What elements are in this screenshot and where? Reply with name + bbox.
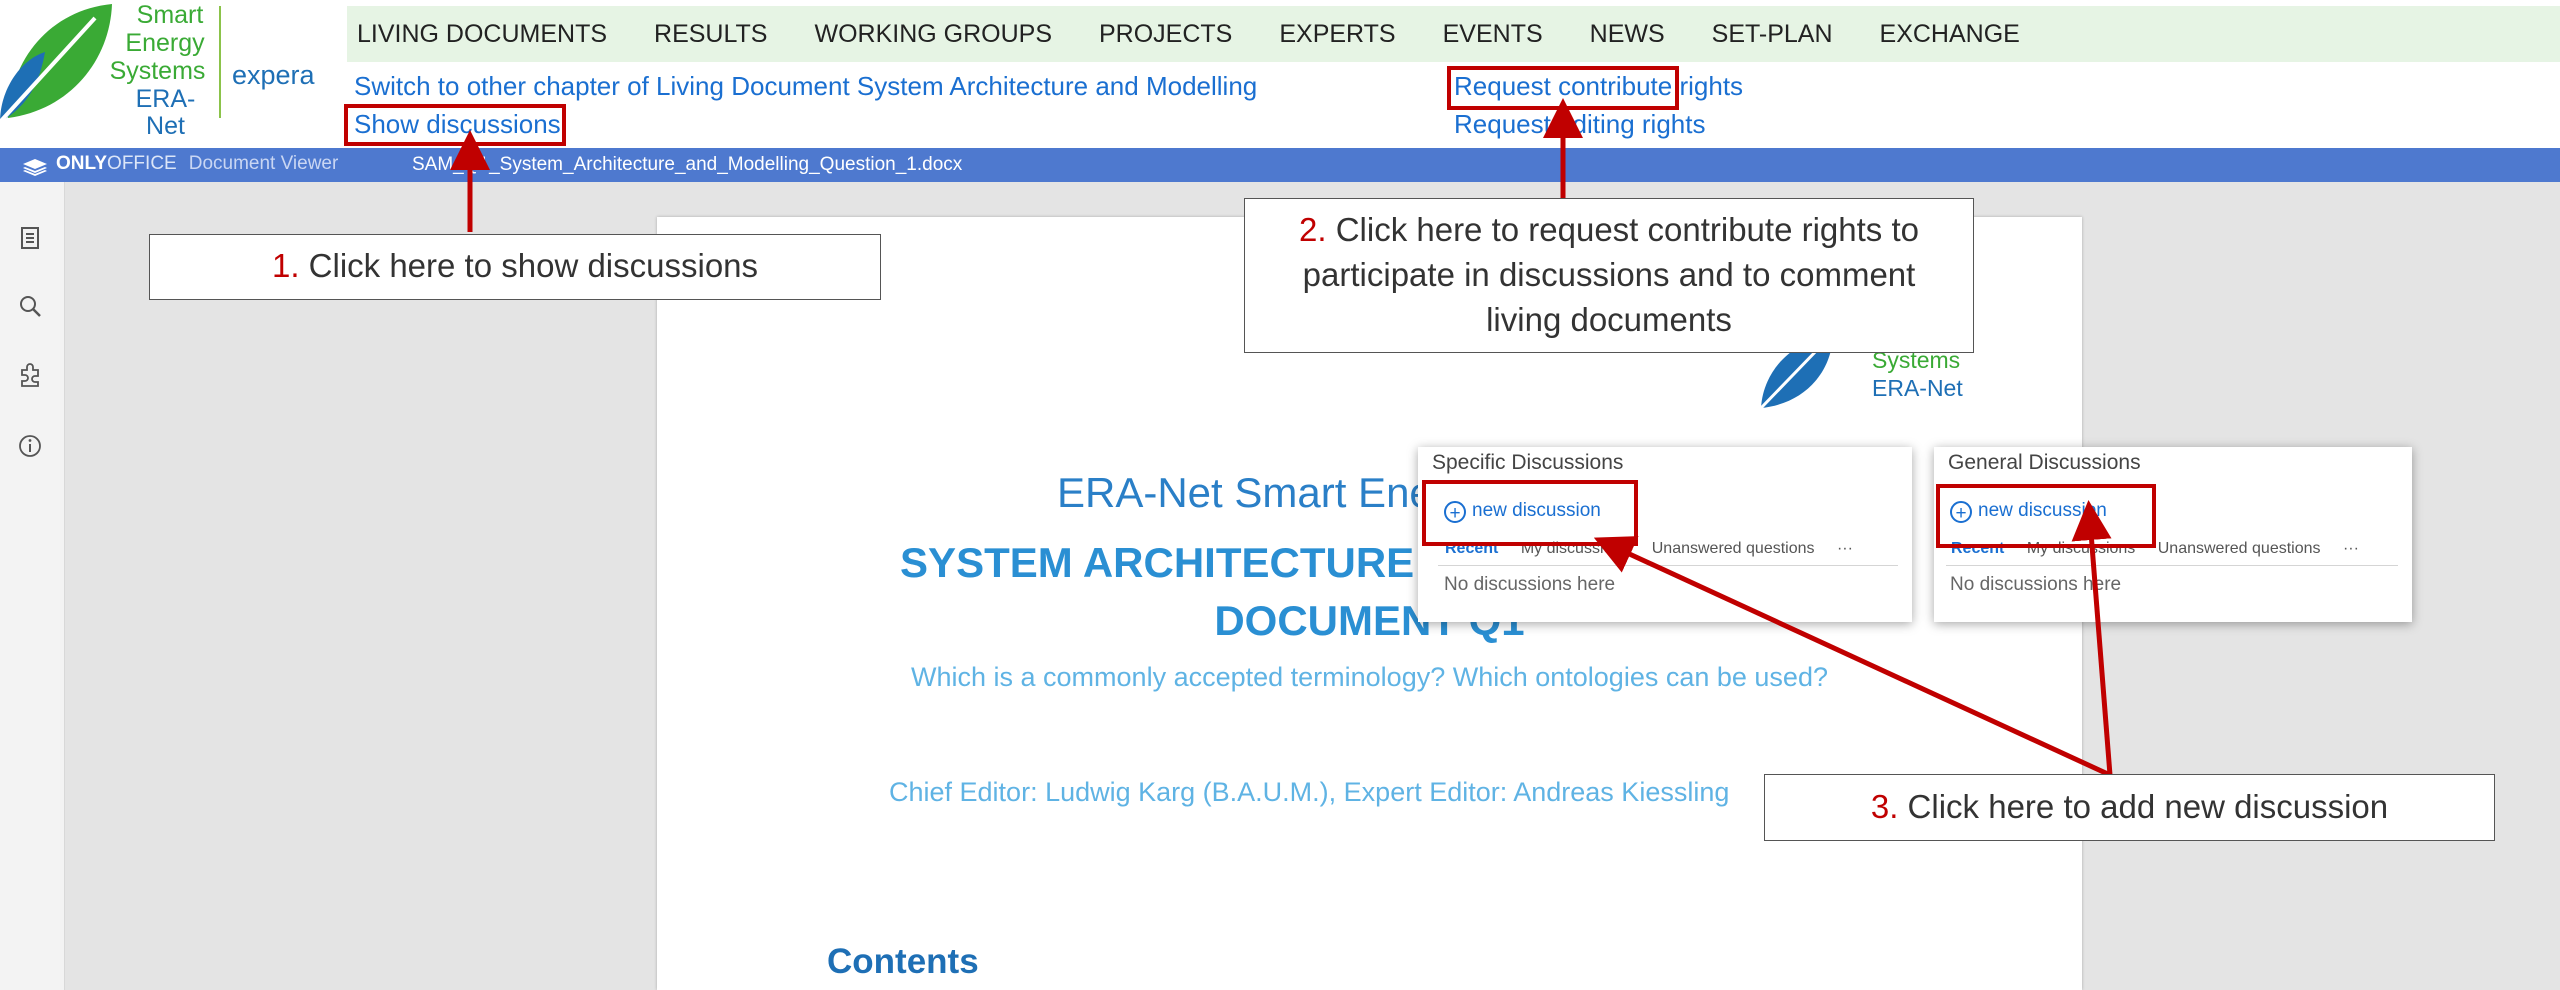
callout-text: Click here to add new discussion: [1898, 788, 2389, 825]
callout-number: 1.: [271, 247, 300, 284]
callout-show-discussions: 1. Click here to request contribute righ…: [149, 234, 881, 300]
annotation-arrows: [450, 98, 2113, 778]
callout-request-contribute: 2. Click here to request contribute righ…: [1244, 198, 1974, 353]
callout-number: 2.: [1299, 211, 1327, 248]
callout-text: Click here to show discussions: [299, 247, 759, 284]
callout-add-discussion: 3. Click here to add new discussion: [1764, 774, 2495, 841]
callout-number: 3.: [1870, 788, 1899, 825]
callout-text: Click here to request contribute rights …: [1302, 211, 1919, 338]
